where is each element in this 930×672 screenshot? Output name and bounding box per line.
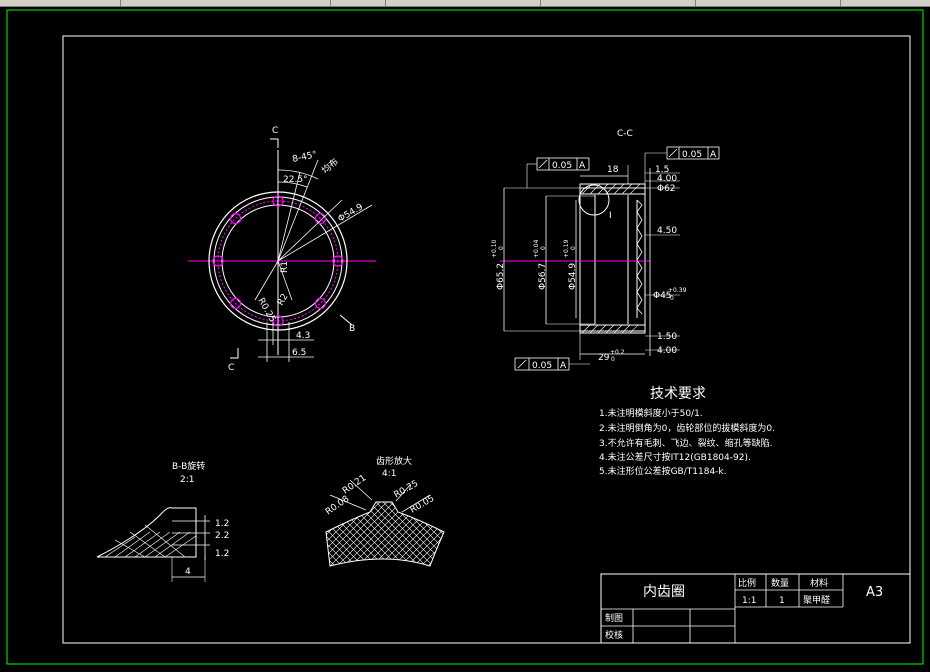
requirement-item: 5.未注形位公差按GB/T1184-k.	[599, 465, 727, 477]
diameter-dimension: Φ56.7	[538, 263, 548, 290]
requirement-item: 3.不允许有毛刺、飞边、裂纹、缩孔等缺陷.	[599, 437, 772, 449]
requirements-title: 技术要求	[650, 386, 706, 402]
radius-dimension: R0.08	[324, 494, 351, 517]
section-mark-top	[270, 138, 279, 148]
detail-circle-label: I	[609, 211, 612, 221]
detail-title: B-B旋转	[172, 460, 205, 472]
radius-dimension: R0.25	[255, 297, 277, 325]
svg-text:0.05: 0.05	[552, 161, 572, 171]
quantity-value: 1	[779, 596, 785, 606]
radius-dimension: R0.05	[409, 494, 437, 516]
drawing-frame	[62, 35, 911, 644]
front-view: C C 8-45° 均布 22.5° Φ54.9 R0.25 R2 R1 4.3…	[188, 126, 376, 373]
svg-text:A: A	[579, 161, 586, 171]
linear-dimension: 6.5	[292, 348, 306, 358]
angle-dimension: 8-45°	[292, 150, 318, 165]
linear-dimension: 1.2	[215, 519, 229, 529]
hatching	[581, 183, 641, 334]
scale-value: 1:1	[742, 596, 756, 606]
detail-scale: 2:1	[180, 475, 194, 485]
tolerance-upper: +0.2	[610, 349, 625, 356]
technical-requirements: 技术要求 1.未注明模斜度小于50/1. 2.未注明倒角为0，齿轮部位的拔模斜度…	[599, 386, 775, 477]
svg-text:A: A	[560, 361, 567, 371]
diameter-dimension: Φ65.2	[496, 263, 506, 290]
section-mark-label: C	[228, 363, 234, 373]
linear-dimension: 2.2	[215, 531, 229, 541]
linear-dimension: 4.00	[657, 174, 677, 184]
angle-dimension: 22.5°	[283, 175, 308, 185]
section-mark-label: C	[272, 126, 278, 136]
section-view: C-C I Φ65.2 +0.10 0 Φ56.7 +0.04 0 Φ54.9 …	[491, 129, 720, 371]
linear-dimension: 4.00	[657, 346, 677, 356]
sheet-size: A3	[866, 585, 883, 600]
tolerance-upper: +0.04	[533, 239, 540, 258]
detail-circle	[578, 184, 610, 216]
tolerance-upper: +0.19	[563, 239, 570, 258]
gear-teeth-edge	[636, 199, 643, 315]
tolerance-lower: 0	[670, 295, 674, 302]
svg-text:A: A	[710, 150, 717, 160]
section-mark-label: B	[349, 324, 355, 334]
section-title: C-C	[617, 129, 633, 139]
tolerance-upper: +0.10	[491, 239, 498, 258]
linear-dimension: 29	[598, 353, 610, 363]
checked-by-label: 校核	[605, 629, 623, 641]
linear-dimension: 1.50	[657, 332, 677, 342]
svg-text:0.05: 0.05	[682, 150, 702, 160]
diameter-dimension: Φ54.9	[568, 263, 578, 290]
header-scale: 比例	[738, 577, 756, 589]
material-value: 聚甲醛	[803, 594, 830, 606]
requirement-item: 2.未注明倒角为0，齿轮部位的拔模斜度为0.	[599, 422, 775, 434]
tolerance-lower: 0	[540, 246, 547, 250]
part-name: 内齿圈	[643, 584, 685, 600]
detail-view-tooth: 齿形放大 4:1 R0.21 R0.25 R0.08 R0.05	[324, 455, 445, 567]
requirement-item: 1.未注明模斜度小于50/1.	[599, 407, 703, 419]
radius-leader	[254, 260, 279, 301]
angle-line	[277, 171, 301, 262]
hatching	[104, 524, 197, 558]
tooth-profile	[325, 501, 445, 567]
detail-profile	[96, 507, 197, 558]
drawing-canvas[interactable]: C C 8-45° 均布 22.5° Φ54.9 R0.25 R2 R1 4.3…	[0, 6, 930, 668]
tolerance-lower: 0	[498, 246, 505, 250]
diameter-dimension: Φ62	[657, 184, 676, 194]
section-mark-bottom	[230, 348, 239, 359]
header-quantity: 数量	[771, 577, 789, 589]
tolerance-frame-bottom: 0.05 A	[514, 357, 590, 371]
diameter-dimension: Φ54.9	[337, 202, 366, 224]
slot-hole	[230, 213, 242, 225]
angle-line	[277, 199, 343, 262]
tolerance-lower: 0	[611, 356, 615, 363]
svg-text:0.05: 0.05	[532, 361, 552, 371]
slot-hole	[314, 297, 326, 309]
linear-dimension: 18	[607, 165, 619, 175]
linear-dimension: 4.3	[296, 331, 310, 341]
requirement-item: 4.未注公差尺寸按IT12(GB1804-92).	[599, 451, 751, 463]
tolerance-lower: 0	[570, 246, 577, 250]
tolerance-upper: +0.39	[668, 287, 687, 294]
header-material: 材料	[810, 577, 828, 589]
detail-view-b: B-B旋转 2:1 1.2 2.2 1.2 4	[96, 460, 229, 582]
detail-title: 齿形放大	[376, 455, 412, 467]
detail-scale: 4:1	[382, 469, 396, 479]
radius-dimension: R1	[280, 261, 290, 273]
radius-dimension: R0.25	[393, 479, 421, 501]
linear-dimension: 1.2	[215, 549, 229, 559]
linear-dimension: 4	[185, 567, 191, 577]
linear-dimension: 4.50	[657, 226, 677, 236]
title-block: 内齿圈 比例 数量 材料 1:1 1 聚甲醛 A3 制图 校核	[600, 573, 911, 644]
sheet-outer-border	[6, 9, 924, 665]
drawn-by-label: 制图	[605, 612, 623, 624]
part-outline	[579, 187, 646, 332]
uniform-label: 均布	[319, 156, 341, 177]
